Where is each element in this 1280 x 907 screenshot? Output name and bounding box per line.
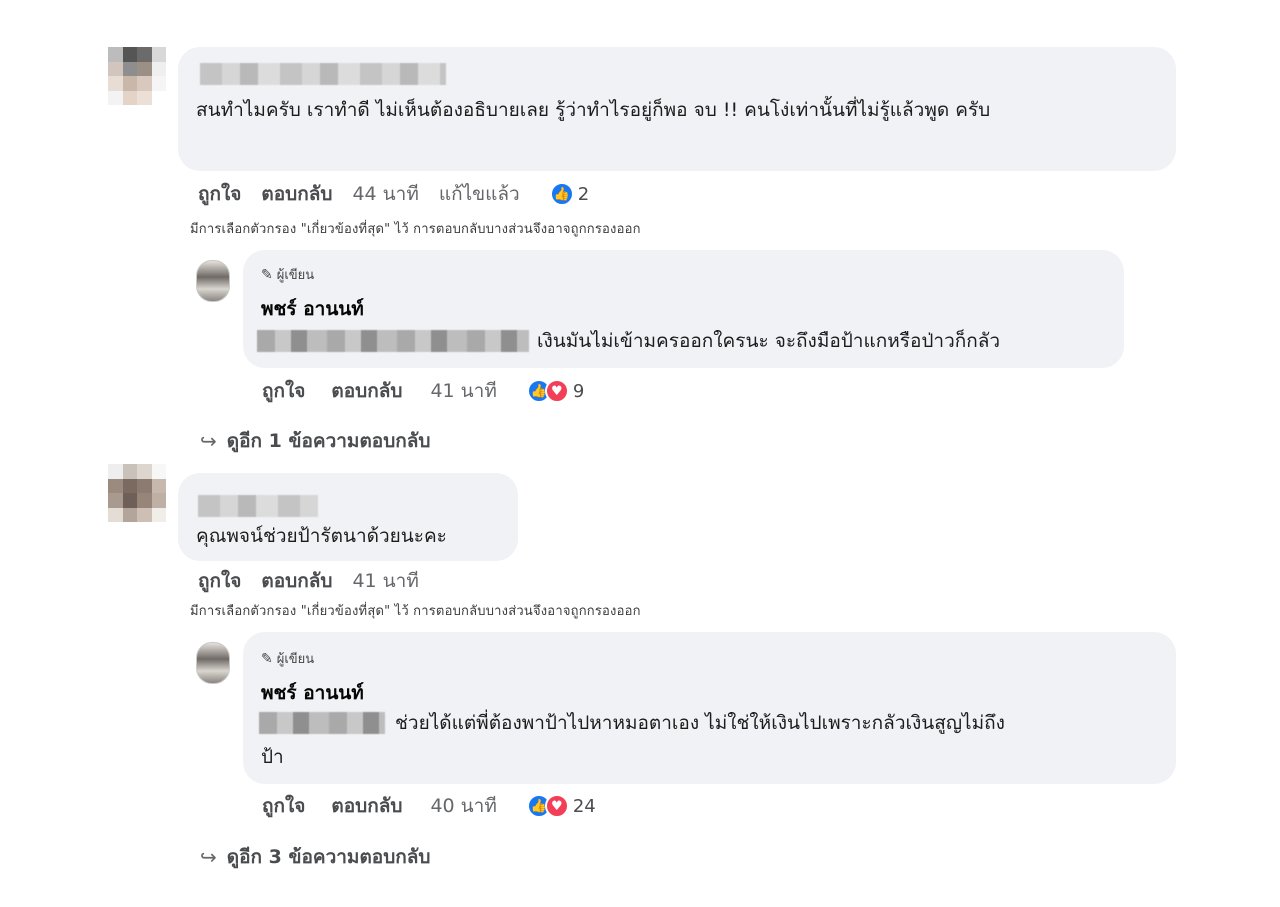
reply-button[interactable]: ตอบกลับ <box>331 791 402 821</box>
author-badge-label: ผู้เขียน <box>276 652 315 667</box>
author-badge-label: ผู้เขียน <box>276 268 315 283</box>
author-name[interactable]: พชร์ อานนท์ <box>261 678 364 708</box>
reaction-summary[interactable]: 👍 2 <box>549 182 590 206</box>
reply-timestamp[interactable]: 41 นาที <box>430 376 496 406</box>
author-avatar[interactable] <box>196 260 230 302</box>
pencil-icon: ✎ <box>261 266 273 283</box>
comment-actions: ถูกใจ ตอบกลับ 44 นาที แก้ไขแล้ว 👍 2 <box>198 180 589 208</box>
reaction-count: 24 <box>572 795 596 817</box>
comment-actions: ถูกใจ ตอบกลับ 41 นาที <box>198 567 419 595</box>
comment-bubble: สนทำไมครับ เราทำดี ไม่เห็นต้องอธิบายเลย … <box>178 47 1176 171</box>
author-name[interactable]: พชร์ อานนท์ <box>261 294 364 324</box>
reply-text-line-2: ป้า <box>261 746 284 768</box>
love-icon: ♥ <box>544 379 569 403</box>
view-more-replies-label: ดูอีก 3 ข้อความตอบกลับ <box>226 846 431 868</box>
reply-arrow-icon: ↪ <box>200 429 217 453</box>
reply-button[interactable]: ตอบกลับ <box>261 566 332 596</box>
commenter-avatar[interactable] <box>108 464 166 522</box>
reply-button[interactable]: ตอบกลับ <box>261 179 332 209</box>
reaction-count: 9 <box>572 380 585 402</box>
reply-bubble: ✎ ผู้เขียน พชร์ อานนท์ ช่วยได้แต่พี่ต้อง… <box>243 632 1176 784</box>
redacted-author-name <box>198 495 318 517</box>
pencil-icon: ✎ <box>261 650 273 667</box>
commenter-avatar[interactable] <box>108 47 166 105</box>
view-more-replies-link[interactable]: ↪ ดูอีก 3 ข้อความตอบกลับ <box>200 842 430 872</box>
comment-bubble: คุณพจน์ช่วยป้ารัตนาด้วยนะคะ <box>178 473 518 561</box>
comment-timestamp[interactable]: 41 นาที <box>352 566 418 596</box>
reply-button[interactable]: ตอบกลับ <box>331 376 402 406</box>
love-icon: ♥ <box>544 794 569 818</box>
reply-arrow-icon: ↪ <box>200 845 217 869</box>
reply-timestamp[interactable]: 40 นาที <box>430 791 496 821</box>
reply-actions: ถูกใจ ตอบกลับ 41 นาที 👍 ♥ 9 <box>262 377 584 405</box>
reply-text-line-1: ช่วยได้แต่พี่ต้องพาป้าไปหาหมอตาเอง ไม่ใช… <box>395 712 1005 734</box>
comment-text: สนทำไมครับ เราทำดี ไม่เห็นต้องอธิบายเลย … <box>196 99 991 121</box>
reaction-summary[interactable]: 👍 ♥ 24 <box>526 794 596 818</box>
author-avatar[interactable] <box>196 642 230 684</box>
reaction-summary[interactable]: 👍 ♥ 9 <box>526 379 585 403</box>
author-badge: ✎ ผู้เขียน <box>261 648 314 669</box>
redacted-author-name <box>200 63 446 85</box>
like-button[interactable]: ถูกใจ <box>262 791 305 821</box>
like-button[interactable]: ถูกใจ <box>198 566 241 596</box>
filter-note: มีการเลือกตัวกรอง "เกี่ยวข้องที่สุด" ไว้… <box>190 604 641 619</box>
redacted-mention <box>259 712 385 734</box>
comment-timestamp[interactable]: 44 นาที <box>352 179 418 209</box>
author-badge: ✎ ผู้เขียน <box>261 264 314 285</box>
edited-label[interactable]: แก้ไขแล้ว <box>439 179 520 209</box>
like-icon: 👍 <box>549 182 574 206</box>
view-more-replies-link[interactable]: ↪ ดูอีก 1 ข้อความตอบกลับ <box>200 426 430 456</box>
reply-text: เงินมันไม่เข้ามครออกใครนะ จะถึงมือป้าแกห… <box>537 330 1001 352</box>
like-button[interactable]: ถูกใจ <box>262 376 305 406</box>
reply-actions: ถูกใจ ตอบกลับ 40 นาที 👍 ♥ 24 <box>262 792 596 820</box>
filter-note: มีการเลือกตัวกรอง "เกี่ยวข้องที่สุด" ไว้… <box>190 222 641 237</box>
redacted-mention <box>257 330 529 352</box>
reply-bubble: ✎ ผู้เขียน พชร์ อานนท์ เงินมันไม่เข้ามคร… <box>243 250 1124 368</box>
view-more-replies-label: ดูอีก 1 ข้อความตอบกลับ <box>226 430 431 452</box>
like-button[interactable]: ถูกใจ <box>198 179 241 209</box>
comment-text: คุณพจน์ช่วยป้ารัตนาด้วยนะคะ <box>196 525 447 547</box>
reaction-count: 2 <box>577 183 590 205</box>
